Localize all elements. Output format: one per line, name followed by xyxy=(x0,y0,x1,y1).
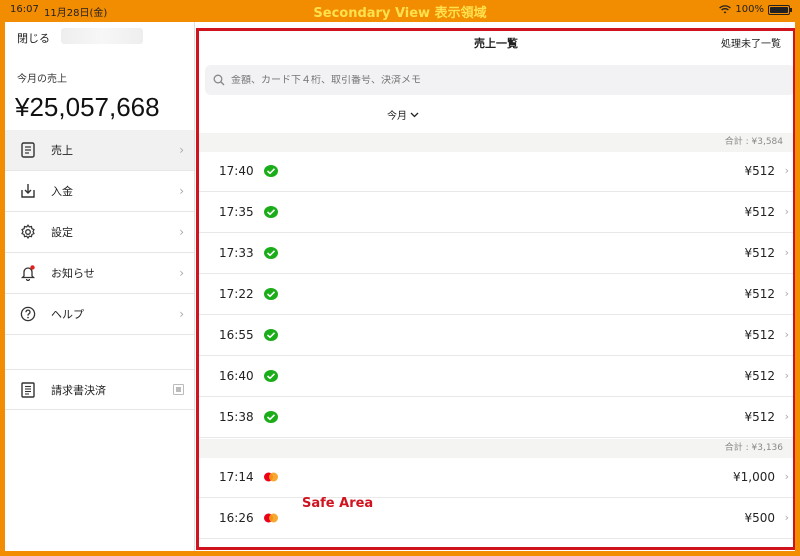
chevron-right-icon: › xyxy=(784,369,789,382)
month-sales-label: 今月の売上 xyxy=(17,74,67,85)
transaction-amount: ¥1,000 xyxy=(733,470,775,484)
list-item[interactable]: 17:33 ¥512 › xyxy=(199,234,793,274)
search-icon xyxy=(213,74,225,86)
chevron-right-icon: › xyxy=(179,225,184,239)
sidebar-item-label: お知らせ xyxy=(51,267,95,280)
list-item[interactable]: 16:55 ¥512 › xyxy=(199,316,793,356)
period-filter-dropdown[interactable]: 今月 xyxy=(387,107,419,122)
transaction-time: 16:26 xyxy=(219,511,254,525)
list-item[interactable]: 17:40 ¥512 › xyxy=(199,152,793,192)
status-indicators: 100% xyxy=(719,4,792,15)
sidebar-item-settings[interactable]: 設定 › xyxy=(5,212,194,253)
list-item[interactable]: 17:14 ¥1,000 › xyxy=(199,458,793,498)
chevron-right-icon: › xyxy=(179,307,184,321)
wechat-pay-icon xyxy=(264,247,278,259)
chevron-down-icon xyxy=(410,112,419,117)
sales-list-panel: 売上一覧 処理未了一覧 今月 合計 : ¥3,584 17:40 ¥512 › … xyxy=(196,28,796,550)
section-total: 合計 : ¥3,136 xyxy=(199,439,793,458)
sidebar-item-label: 請求書決済 xyxy=(51,383,106,397)
sidebar-menu: 売上 › 入金 › 設定 › お知らせ › ヘルプ › xyxy=(5,130,194,335)
transaction-amount: ¥500 xyxy=(744,511,775,525)
chevron-right-icon: › xyxy=(784,410,789,423)
transaction-time: 17:33 xyxy=(219,246,254,260)
section-total: 合計 : ¥3,584 xyxy=(199,133,793,152)
sidebar-item-deposit[interactable]: 入金 › xyxy=(5,171,194,212)
list-item[interactable]: 16:40 ¥512 › xyxy=(199,357,793,397)
wifi-icon xyxy=(719,5,732,14)
transaction-time: 17:22 xyxy=(219,287,254,301)
sidebar-item-help[interactable]: ヘルプ › xyxy=(5,294,194,335)
transaction-time: 17:35 xyxy=(219,205,254,219)
transaction-amount: ¥512 xyxy=(744,287,775,301)
sidebar-item-label: ヘルプ xyxy=(51,308,84,321)
search-bar[interactable] xyxy=(205,65,793,95)
month-sales-amount: ¥25,057,668 xyxy=(15,92,160,122)
battery-percent: 100% xyxy=(735,4,764,15)
bell-icon xyxy=(19,264,37,282)
wechat-pay-icon xyxy=(264,165,278,177)
list-item[interactable]: 17:35 ¥512 › xyxy=(199,193,793,233)
question-circle-icon xyxy=(19,305,37,323)
status-bar: 16:07 11月28日(金) Secondary View 表示領域 100% xyxy=(0,0,800,22)
chevron-right-icon: › xyxy=(784,246,789,259)
pending-list-button[interactable]: 処理未了一覧 xyxy=(717,35,785,50)
transaction-time: 16:40 xyxy=(219,369,254,383)
safe-area-label: Safe Area xyxy=(302,496,374,511)
chevron-right-icon: › xyxy=(784,511,789,524)
sidebar: 閉じる 今月の売上 ¥25,057,668 売上 › 入金 › 設定 › お知ら… xyxy=(5,22,195,556)
transaction-amount: ¥512 xyxy=(744,164,775,178)
transaction-time: 15:38 xyxy=(219,410,254,424)
deposit-tray-icon xyxy=(19,182,37,200)
transaction-time: 17:40 xyxy=(219,164,254,178)
wechat-pay-icon xyxy=(264,370,278,382)
mastercard-icon xyxy=(264,472,278,482)
period-filter-label: 今月 xyxy=(387,111,407,122)
chevron-right-icon: › xyxy=(784,470,789,483)
transaction-time: 16:55 xyxy=(219,328,254,342)
gear-icon xyxy=(19,223,37,241)
sidebar-item-sales[interactable]: 売上 › xyxy=(5,130,194,171)
wechat-pay-icon xyxy=(264,411,278,423)
list-item[interactable]: 16:26 ¥500 › xyxy=(199,499,793,539)
page-title: 売上一覧 xyxy=(474,37,518,50)
transaction-time: 17:14 xyxy=(219,470,254,484)
close-button[interactable]: 閉じる xyxy=(17,30,50,46)
external-link-icon xyxy=(173,384,184,395)
secondary-view-label: Secondary View 表示領域 xyxy=(313,6,487,21)
wechat-pay-icon xyxy=(264,288,278,300)
transaction-amount: ¥512 xyxy=(744,246,775,260)
chevron-right-icon: › xyxy=(179,143,184,157)
sidebar-item-label: 売上 xyxy=(51,144,73,157)
transaction-amount: ¥512 xyxy=(744,205,775,219)
transaction-amount: ¥512 xyxy=(744,410,775,424)
battery-icon xyxy=(768,4,792,15)
search-input[interactable] xyxy=(231,74,771,86)
chevron-right-icon: › xyxy=(784,205,789,218)
mastercard-icon xyxy=(264,513,278,523)
receipt-icon xyxy=(19,141,37,159)
sidebar-item-label: 設定 xyxy=(51,226,73,239)
chevron-right-icon: › xyxy=(784,287,789,300)
wechat-pay-icon xyxy=(264,329,278,341)
sidebar-item-notifications[interactable]: お知らせ › xyxy=(5,253,194,294)
invoice-document-icon xyxy=(19,381,37,399)
chevron-right-icon: › xyxy=(179,266,184,280)
sidebar-item-label: 入金 xyxy=(51,185,73,198)
transaction-amount: ¥512 xyxy=(744,328,775,342)
chevron-right-icon: › xyxy=(784,328,789,341)
wechat-pay-icon xyxy=(264,206,278,218)
blurred-account-name xyxy=(61,28,143,44)
chevron-right-icon: › xyxy=(179,184,184,198)
transaction-amount: ¥512 xyxy=(744,369,775,383)
chevron-right-icon: › xyxy=(784,164,789,177)
list-item[interactable]: 17:22 ¥512 › xyxy=(199,275,793,315)
list-item[interactable]: 15:38 ¥512 › xyxy=(199,398,793,438)
sidebar-item-invoice[interactable]: 請求書決済 xyxy=(5,369,194,410)
